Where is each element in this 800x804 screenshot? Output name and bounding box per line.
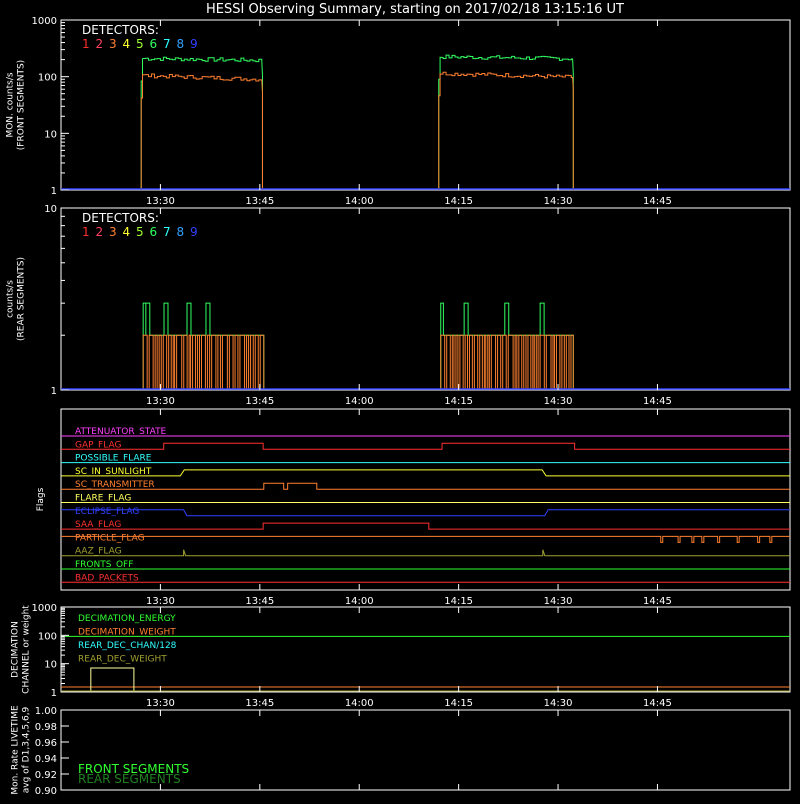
decimation-ylabel-line: CHANNEL or weight	[22, 605, 32, 694]
flags-xtick-label: 14:00	[345, 596, 374, 607]
flag-label: ECLIPSE_FLAG	[75, 507, 139, 517]
flags-xtick-label: 13:45	[245, 596, 274, 607]
front-xtick-label: 14:45	[643, 196, 672, 207]
plot-background	[0, 0, 800, 800]
decimation-ytick-label: 1000	[32, 603, 57, 614]
rear-xtick-label: 13:30	[146, 396, 175, 407]
front-legend-detector: 1	[82, 37, 90, 51]
decimation-ytick-label: 1	[51, 688, 57, 699]
livetime-ylabel-line: Mon. Rate LIVETIME	[11, 705, 21, 795]
front-xtick-label: 13:45	[245, 196, 274, 207]
livetime-ytick-label: 1.00	[35, 706, 57, 717]
rear-xtick-label: 14:45	[643, 396, 672, 407]
front-xtick-label: 14:15	[444, 196, 473, 207]
livetime-legend-item: REAR SEGMENTS	[78, 772, 181, 786]
flags-ylabel: Flags	[36, 487, 46, 511]
front-legend-detector: 3	[109, 37, 117, 51]
front-ytick-label: 10	[44, 129, 57, 140]
front-ytick-label: 100	[38, 73, 57, 84]
front-legend-title: DETECTORS:	[82, 23, 159, 37]
front-ylabel-line: MON. counts/s	[6, 72, 16, 137]
rear-legend-detector: 7	[163, 225, 171, 239]
rear-legend-detector: 8	[177, 225, 185, 239]
flags-xtick-label: 14:15	[444, 596, 473, 607]
rear-legend-detector: 3	[109, 225, 117, 239]
livetime-ylabel-line: avg of D1,3,4,5,6,9	[22, 706, 32, 793]
decimation-xtick-label: 13:30	[146, 698, 175, 709]
rear-ylabel-line: counts/s	[6, 280, 16, 318]
livetime-ytick-label: 0.94	[35, 754, 57, 765]
rear-xtick-label: 14:30	[544, 396, 573, 407]
front-ytick-label: 1	[51, 186, 57, 197]
front-legend-detector: 6	[150, 37, 158, 51]
rear-legend-detector: 5	[136, 225, 144, 239]
rear-legend-detector: 2	[96, 225, 104, 239]
front-legend-detector: 4	[123, 37, 131, 51]
rear-xtick-label: 14:15	[444, 396, 473, 407]
front-ytick-label: 1000	[32, 16, 57, 27]
rear-xtick-label: 13:45	[245, 396, 274, 407]
front-ylabel-line: (FRONT SEGMENTS)	[17, 60, 27, 150]
decimation-legend-item: DECIMATION_ENERGY	[78, 614, 176, 624]
decimation-ytick-label: 10	[44, 660, 57, 671]
rear-legend-detector: 9	[190, 225, 198, 239]
front-legend-detector: 9	[190, 37, 198, 51]
decimation-xtick-label: 13:45	[245, 698, 274, 709]
flags-ylabel-line: Flags	[36, 487, 46, 511]
livetime-ytick-label: 0.96	[35, 738, 57, 749]
rear-ytick-label: 10	[44, 204, 57, 215]
rear-xtick-label: 14:00	[345, 396, 374, 407]
front-legend-detector: 7	[163, 37, 171, 51]
decimation-xtick-label: 14:45	[643, 698, 672, 709]
decimation-ylabel-line: DECIMATION	[11, 621, 21, 678]
rear-legend-detector: 1	[82, 225, 90, 239]
flags-xtick-label: 14:45	[643, 596, 672, 607]
decimation-xtick-label: 14:30	[544, 698, 573, 709]
front-ylabel: MON. counts/s (FRONT SEGMENTS)	[6, 60, 27, 150]
decimation-legend-item: REAR_DEC_WEIGHT	[78, 655, 167, 665]
front-xtick-label: 14:00	[345, 196, 374, 207]
front-legend-detector: 2	[96, 37, 104, 51]
livetime-ytick-label: 0.92	[35, 770, 57, 781]
decimation-xtick-label: 14:00	[345, 698, 374, 709]
front-xtick-label: 13:30	[146, 196, 175, 207]
flags-xtick-label: 13:30	[146, 596, 175, 607]
decimation-legend-item: REAR_DEC_CHAN/128	[78, 641, 177, 651]
front-legend-detector: 8	[177, 37, 185, 51]
chart-title: HESSI Observing Summary, starting on 201…	[206, 2, 624, 17]
rear-legend-detector: 4	[123, 225, 131, 239]
livetime-ytick-label: 0.90	[35, 786, 57, 797]
flag-label: PARTICLE_FLAG	[75, 533, 145, 543]
rear-ytick-label: 1	[51, 386, 57, 397]
observing-summary-plot: HESSI Observing Summary, starting on 201…	[0, 0, 800, 800]
rear-legend-title: DETECTORS:	[82, 211, 159, 225]
livetime-ytick-label: 0.98	[35, 722, 57, 733]
flags-xtick-label: 14:30	[544, 596, 573, 607]
decimation-xtick-label: 14:15	[444, 698, 473, 709]
livetime-ylabel: Mon. Rate LIVETIME avg of D1,3,4,5,6,9	[11, 705, 32, 795]
rear-legend-detector: 6	[150, 225, 158, 239]
front-xtick-label: 14:30	[544, 196, 573, 207]
rear-ylabel-line: (REAR SEGMENTS)	[17, 257, 27, 341]
front-legend-detector: 5	[136, 37, 144, 51]
decimation-ytick-label: 100	[38, 631, 57, 642]
